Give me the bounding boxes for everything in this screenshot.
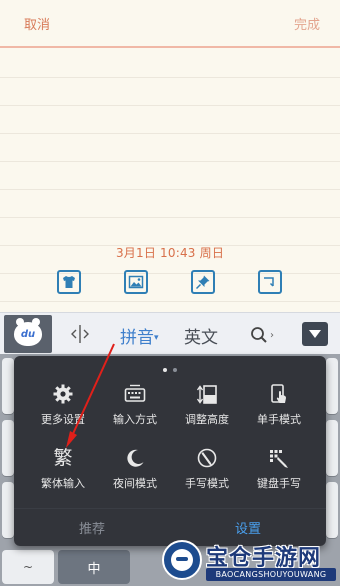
keyboard-key[interactable] [2, 358, 14, 414]
ime-logo-button[interactable]: du [4, 315, 52, 353]
collapse-keyboard-button[interactable] [302, 322, 328, 346]
page-indicator [14, 364, 326, 372]
watermark-subtitle: BAOCANGSHOUYOUWANG [206, 568, 336, 581]
settings-popup: 更多设置 输入方式 调整高度 单手模式 繁 繁体输入 夜间模式 手写模式 键盘手… [14, 356, 326, 546]
input-method-label: 输入方式 [113, 413, 157, 426]
paw-logo-icon: du [14, 318, 42, 346]
handwriting-icon [197, 448, 217, 468]
one-hand-mode-label: 单手模式 [257, 413, 301, 426]
clock-icon[interactable] [258, 270, 282, 294]
chevron-right-icon: › [270, 329, 274, 341]
keyboard-handwriting-icon [270, 450, 288, 468]
cancel-button[interactable]: 取消 [24, 14, 50, 33]
chevron-down-icon: ▾ [154, 333, 159, 343]
logo-text: du [20, 328, 36, 340]
search-button[interactable]: › [250, 325, 282, 345]
keyboard-key[interactable] [2, 420, 14, 476]
moon-icon [127, 449, 144, 467]
night-mode-button[interactable]: 夜间模式 [96, 446, 174, 496]
traditional-input-label: 繁体输入 [41, 477, 85, 490]
cursor-move-icon[interactable] [68, 323, 92, 345]
watermark: 宝仓手游网 BAOCANGSHOUYOUWANG [160, 538, 340, 586]
adjust-height-button[interactable]: 调整高度 [168, 382, 246, 432]
keyboard-key[interactable] [2, 482, 14, 538]
pinyin-label: 拼音 [120, 328, 154, 348]
english-mode-button[interactable]: 英文 [184, 323, 218, 348]
note-datetime: 3月1日 10:43 周日 [115, 246, 225, 260]
watermark-logo-icon [162, 540, 202, 580]
one-hand-mode-button[interactable]: 单手模式 [240, 382, 318, 432]
traditional-input-button[interactable]: 繁 繁体输入 [24, 446, 102, 496]
adjust-height-label: 调整高度 [185, 413, 229, 426]
more-settings-button[interactable]: 更多设置 [24, 382, 102, 432]
keyboard-key[interactable] [326, 482, 338, 538]
pinyin-mode-button[interactable]: 拼音▾ [120, 323, 159, 348]
ime-toolbar: du 拼音▾ 英文 › [0, 312, 340, 354]
editor-header: 取消 完成 [0, 0, 340, 48]
keyboard-handwriting-button[interactable]: 键盘手写 [240, 446, 318, 496]
handwriting-mode-label: 手写模式 [185, 477, 229, 490]
gear-icon [53, 384, 73, 404]
triangle-down-icon [309, 330, 321, 338]
more-settings-label: 更多设置 [41, 413, 85, 426]
height-adjust-icon [196, 385, 217, 404]
search-icon [251, 327, 267, 343]
night-mode-label: 夜间模式 [113, 477, 157, 490]
page-dot [163, 368, 167, 372]
keyboard-handwriting-label: 键盘手写 [257, 477, 301, 490]
pin-icon[interactable] [191, 270, 215, 294]
tab-recommend[interactable]: 推荐 [14, 509, 170, 546]
input-method-button[interactable]: 输入方式 [96, 382, 174, 432]
page-dot [173, 368, 177, 372]
handwriting-mode-button[interactable]: 手写模式 [168, 446, 246, 496]
done-button[interactable]: 完成 [294, 14, 320, 33]
keyboard-icon [124, 384, 146, 402]
shirt-icon[interactable] [57, 270, 81, 294]
chinese-mode-key[interactable]: 中 [58, 550, 130, 584]
one-hand-icon [271, 384, 286, 403]
keyboard-key[interactable] [326, 420, 338, 476]
tilde-key[interactable]: ~ [2, 550, 54, 584]
note-toolbar [0, 270, 340, 296]
image-icon[interactable] [124, 270, 148, 294]
keyboard-key[interactable] [326, 358, 338, 414]
traditional-char-icon: 繁 [53, 447, 73, 469]
